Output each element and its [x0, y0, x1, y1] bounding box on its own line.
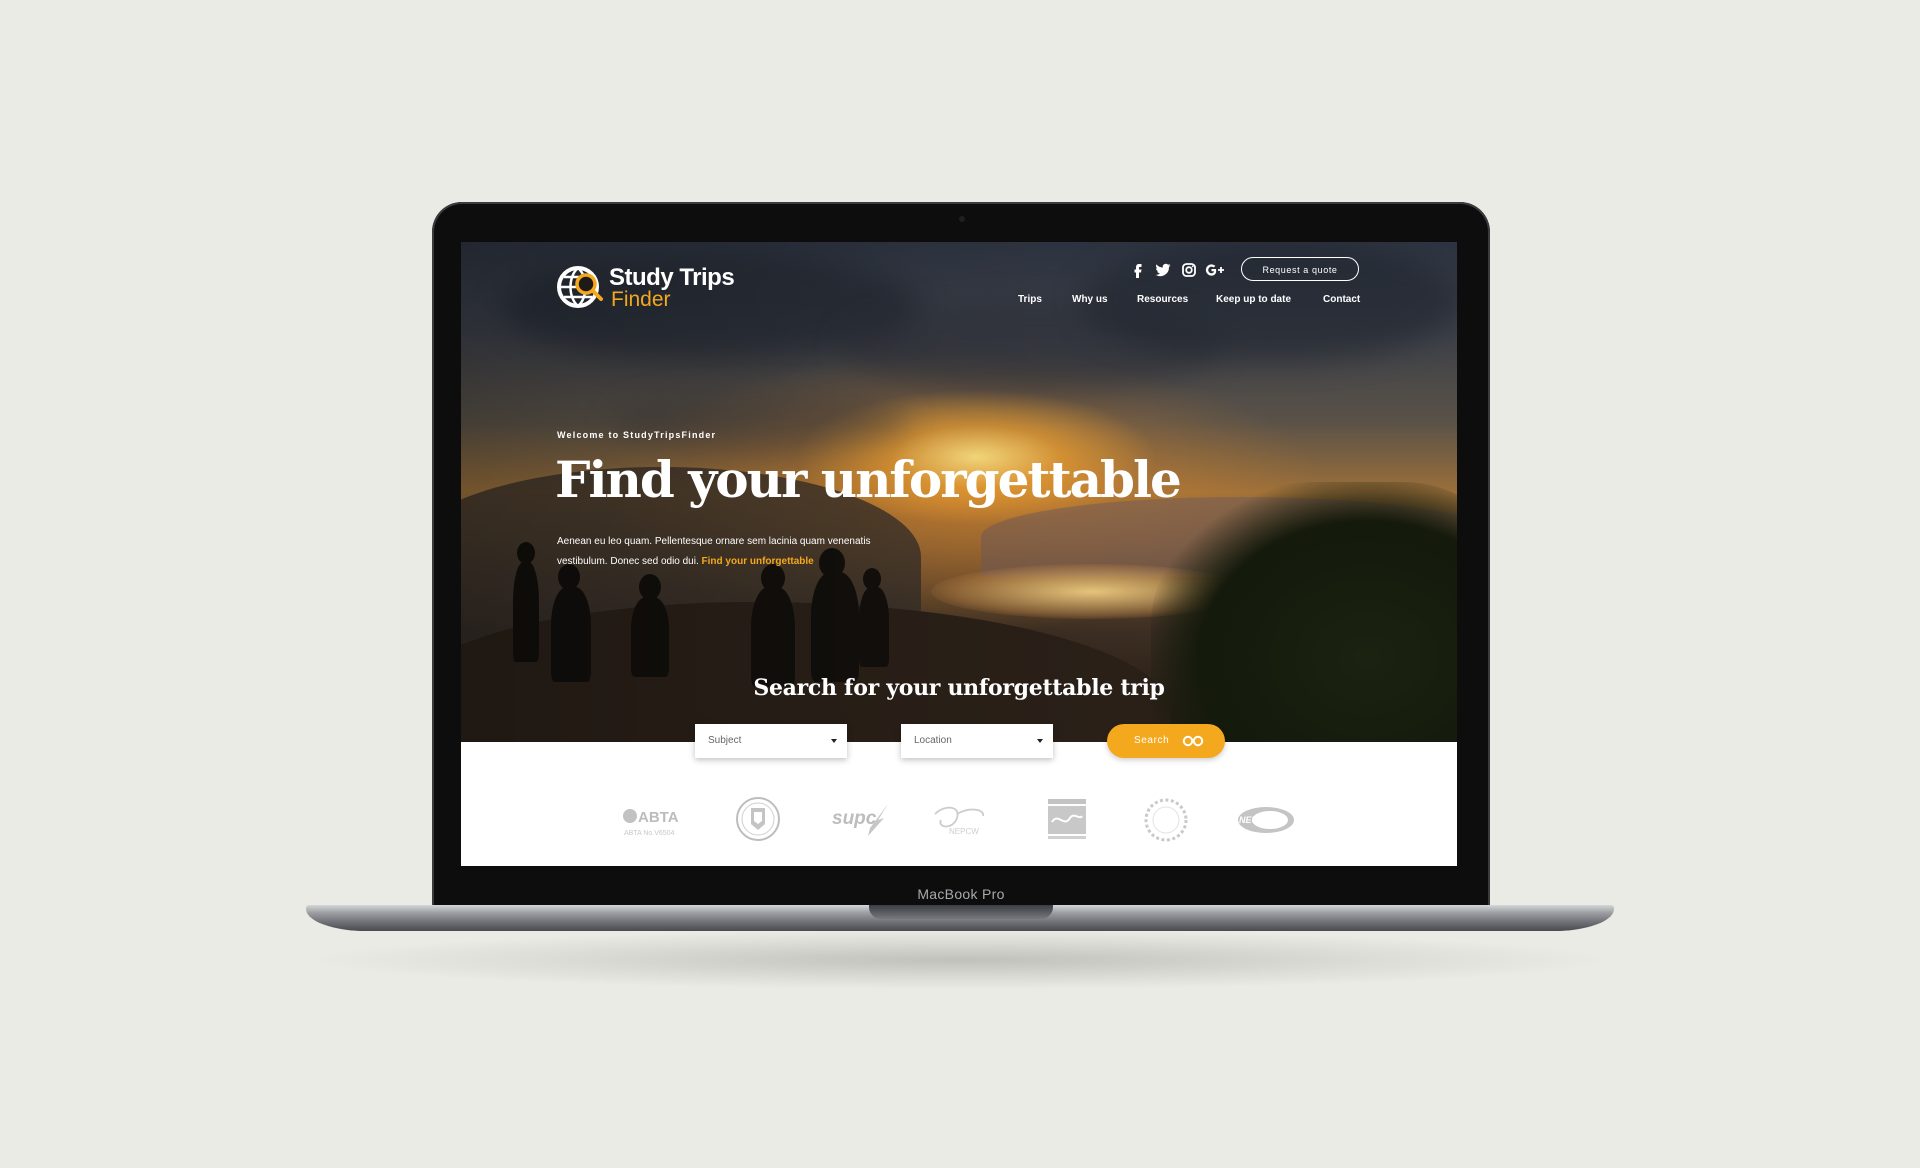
abta-logo: ABTA ABTA No.V6504: [621, 794, 691, 844]
instagram-icon[interactable]: [1180, 261, 1198, 279]
location-select[interactable]: Location: [901, 724, 1053, 758]
hero-eyebrow: Welcome to StudyTripsFinder: [557, 430, 717, 440]
laptop-notch: [869, 905, 1053, 919]
subject-placeholder: Subject: [708, 735, 742, 746]
ring-logo: [1139, 794, 1193, 844]
request-quote-button[interactable]: Request a quote: [1241, 257, 1359, 281]
flag-emblem-icon: [1048, 799, 1086, 839]
website-screen: Study Trips Finder Request a quote Trips…: [461, 242, 1457, 866]
supc-emblem-icon: supc: [832, 804, 888, 836]
twitter-icon[interactable]: [1154, 261, 1172, 279]
globe-magnifier-icon: [557, 266, 603, 308]
abta-wordmark: ABTA: [638, 809, 679, 826]
flag-logo: [1042, 794, 1092, 844]
nav-contact[interactable]: Contact: [1323, 294, 1360, 305]
nepcw-logo: NEPCW: [927, 794, 997, 844]
neupc-emblem-icon: NEUPC: [1238, 807, 1294, 833]
nav-keep-up-to-date[interactable]: Keep up to date: [1216, 294, 1291, 305]
neupc-logo: NEUPC: [1233, 794, 1299, 844]
hero-background: Study Trips Finder Request a quote Trips…: [461, 242, 1457, 742]
abta-globe-icon: ABTA ABTA No.V6504: [623, 809, 679, 837]
search-button-label: Search: [1134, 735, 1170, 746]
seal-emblem-icon: [736, 797, 780, 841]
nav-trips[interactable]: Trips: [1018, 294, 1042, 305]
search-heading: Search for your unforgettable trip: [753, 675, 1165, 701]
nav-resources[interactable]: Resources: [1137, 294, 1188, 305]
hero-title: Find your unforgettable: [555, 450, 1182, 509]
nepcw-wordmark: NEPCW: [949, 827, 979, 836]
subject-select[interactable]: Subject: [695, 724, 847, 758]
supc-wordmark: supc: [832, 808, 877, 829]
neupc-wordmark: NEUPC: [1239, 815, 1271, 825]
seal-logo: [733, 794, 783, 844]
search-button[interactable]: Search: [1107, 724, 1225, 758]
chevron-down-icon: [831, 739, 837, 743]
facebook-icon[interactable]: [1129, 261, 1147, 279]
binoculars-icon: [1182, 735, 1204, 747]
chevron-down-icon: [1037, 739, 1043, 743]
google-plus-icon[interactable]: [1204, 261, 1228, 279]
device-label: MacBook Pro: [917, 886, 1005, 902]
camera: [959, 216, 965, 222]
laptop-shadow: [300, 930, 1620, 990]
site-logo[interactable]: Study Trips Finder: [556, 262, 756, 316]
nav-why-us[interactable]: Why us: [1072, 294, 1108, 305]
location-placeholder: Location: [914, 735, 952, 746]
nepcw-emblem-icon: NEPCW: [934, 806, 984, 836]
ring-emblem-icon: [1144, 798, 1188, 842]
hero-description: Aenean eu leo quam. Pellentesque ornare …: [557, 532, 877, 572]
logo-wordmark-sub: Finder: [611, 288, 671, 311]
hero-link[interactable]: Find your unforgettable: [702, 556, 814, 567]
supc-logo: supc: [826, 794, 896, 844]
abta-number: ABTA No.V6504: [624, 830, 675, 837]
